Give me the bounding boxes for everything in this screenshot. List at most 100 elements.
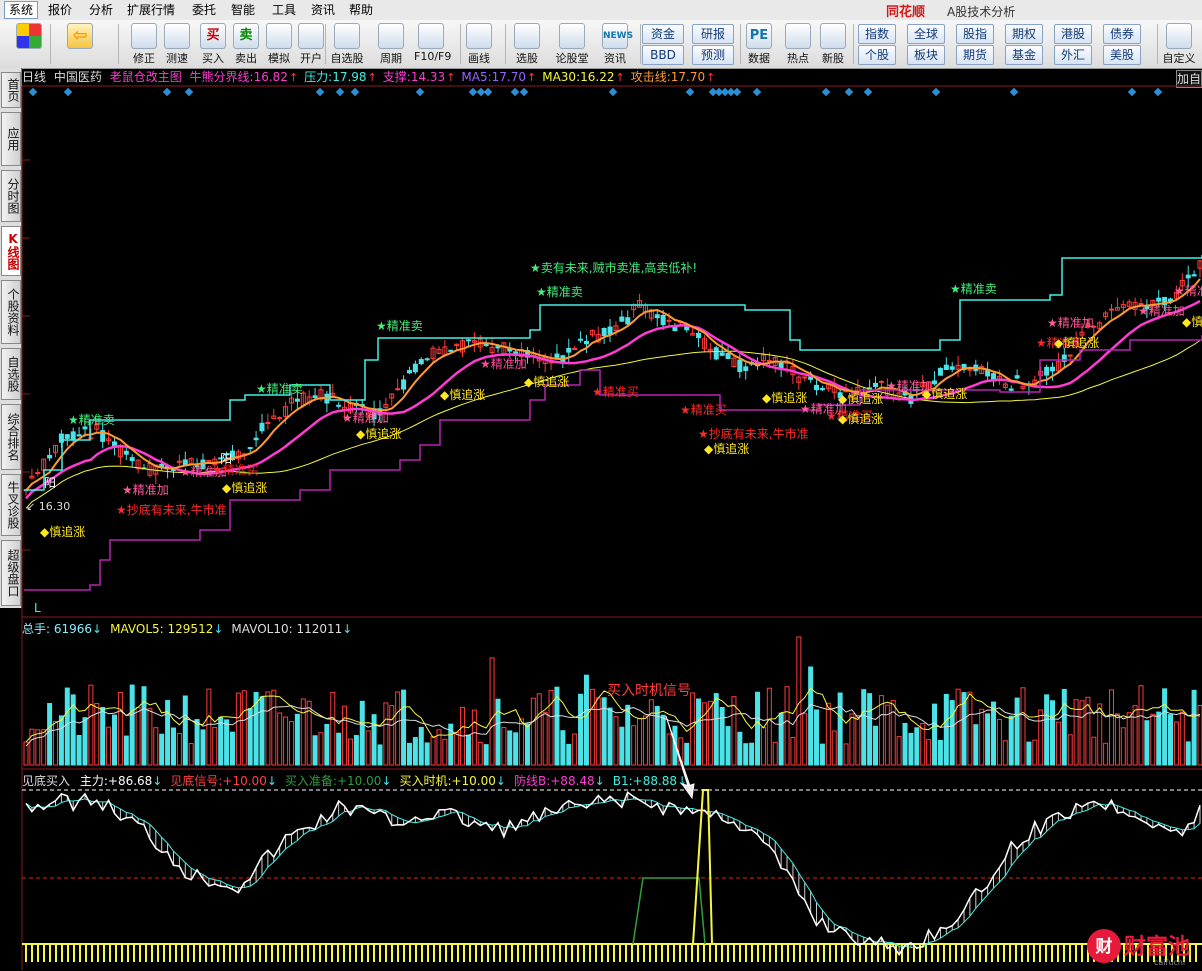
volume-bar — [176, 732, 182, 766]
toolbar-btn-18[interactable]: 自定义 — [1162, 23, 1196, 67]
candle-body — [967, 368, 973, 371]
toolbar-label: 新股 — [822, 52, 844, 65]
toolbar-btn-3[interactable]: 测速 — [160, 23, 194, 67]
ind-key: 主力: — [79, 774, 108, 788]
menu-item-5[interactable]: 智能 — [227, 2, 259, 18]
toolbar-btn-13[interactable]: 论股堂 — [555, 23, 589, 67]
volume-bar — [1120, 727, 1126, 766]
candle-body — [542, 356, 548, 365]
toolbar-btn-2[interactable]: 修正 — [127, 23, 161, 67]
market-btn-美股[interactable]: 美股 — [1103, 45, 1141, 65]
add-custom-button[interactable]: 加自 — [1176, 70, 1202, 88]
left-tab-6[interactable]: 综合排名 — [1, 404, 21, 470]
quick-btn-研报[interactable]: 研报 — [692, 24, 734, 44]
watermark-url: caifuchi — [1154, 958, 1185, 967]
candle-body — [1126, 301, 1132, 307]
quick-btn-资金[interactable]: 资金 — [642, 24, 684, 44]
candle-body — [365, 412, 371, 418]
menu-item-4[interactable]: 委托 — [188, 2, 220, 18]
candle-body — [1162, 296, 1168, 306]
left-tab-4[interactable]: 个股资料 — [1, 280, 21, 344]
toolbar-btn-4[interactable]: 买买入 — [196, 23, 230, 67]
market-btn-股指[interactable]: 股指 — [956, 24, 994, 44]
toolbar-btn-11[interactable]: 画线 — [462, 23, 496, 67]
toolbar-btn-1[interactable]: ⇦ — [60, 23, 100, 67]
menu-item-3[interactable]: 扩展行情 — [123, 2, 179, 18]
market-btn-港股[interactable]: 港股 — [1054, 24, 1092, 44]
left-tab-8[interactable]: 超级盘口 — [1, 540, 21, 606]
volume-bar — [501, 727, 507, 766]
market-btn-债券[interactable]: 债券 — [1103, 24, 1141, 44]
vol-value: 112011 — [296, 622, 343, 636]
buy-signal-callout: 买入时机信号 — [607, 683, 691, 699]
volume-bar — [755, 691, 761, 766]
left-tab-7[interactable]: 牛叉诊股 — [1, 474, 21, 536]
ind-label-2: 买入准备:+10.00↓ — [285, 774, 392, 788]
left-tab-0[interactable]: 首页 — [1, 72, 21, 108]
quick-btn-预测[interactable]: 预测 — [692, 45, 734, 65]
candle-body — [760, 354, 766, 362]
volume-bar — [259, 696, 265, 766]
menu-item-7[interactable]: 资讯 — [307, 2, 339, 18]
kline-info-bar: 日线 中国医药 老鼠仓改主图 牛熊分界线:16.82↑ 压力:17.98↑ 支撑:1… — [22, 70, 725, 84]
volume-bar — [583, 674, 589, 766]
toolbar-btn-5[interactable]: 卖卖出 — [229, 23, 263, 67]
toolbar-btn-12[interactable]: 选股 — [510, 23, 544, 67]
menu-item-1[interactable]: 报价 — [44, 2, 76, 18]
toolbar-label: 自选股 — [330, 52, 364, 65]
template-name[interactable]: 老鼠仓改主图 — [110, 70, 182, 84]
volume-bar — [318, 732, 324, 766]
candle-body — [47, 454, 53, 459]
left-tab-1[interactable]: 应用 — [1, 112, 21, 166]
left-tab-2[interactable]: 分时图 — [1, 170, 21, 222]
market-btn-期权[interactable]: 期权 — [1005, 24, 1043, 44]
vol-label: MAVOL5: — [110, 622, 168, 636]
vol-value: 129512 — [167, 622, 214, 636]
market-btn-个股[interactable]: 个股 — [858, 45, 896, 65]
menu-item-8[interactable]: 帮助 — [345, 2, 377, 18]
quick-btn-BBD[interactable]: BBD — [642, 45, 684, 65]
market-btn-基金[interactable]: 基金 — [1005, 45, 1043, 65]
toolbar-btn-17[interactable]: 新股 — [816, 23, 850, 67]
market-btn-外汇[interactable]: 外汇 — [1054, 45, 1092, 65]
menu-item-2[interactable]: 分析 — [85, 2, 117, 18]
left-tab-5[interactable]: 自选股 — [1, 348, 21, 400]
hot-icon — [785, 23, 811, 49]
left-tab-3[interactable]: K线图 — [1, 226, 21, 276]
toolbar-btn-9[interactable]: 周期 — [374, 23, 408, 67]
toolbar-btn-15[interactable]: PE 数据 — [742, 23, 776, 67]
stock-name[interactable]: 中国医药 — [54, 70, 102, 84]
down-arrow-icon: ↓ — [213, 622, 224, 636]
volume-bar — [873, 725, 879, 766]
market-btn-全球[interactable]: 全球 — [907, 24, 945, 44]
market-btn-板块[interactable]: 板块 — [907, 45, 945, 65]
volume-bar — [129, 684, 135, 766]
candle-body — [318, 389, 324, 400]
market-btn-期货[interactable]: 期货 — [956, 45, 994, 65]
indicator-value: 17.70 — [670, 70, 706, 84]
up-arrow-icon: ↑ — [446, 71, 456, 84]
main-force-line — [25, 791, 1201, 957]
market-btn-指数[interactable]: 指数 — [858, 24, 896, 44]
volume-bar — [159, 733, 165, 766]
candle-body — [1168, 298, 1174, 303]
candle-body — [477, 338, 483, 348]
candle-body — [1026, 383, 1032, 386]
volume-bar — [961, 692, 967, 766]
candle-body — [117, 444, 123, 458]
menu-item-6[interactable]: 工具 — [268, 2, 300, 18]
toolbar-btn-16[interactable]: 热点 — [781, 23, 815, 67]
toolbar-btn-7[interactable]: 开户 — [294, 23, 328, 67]
menu-item-0[interactable]: 系统 — [4, 1, 39, 19]
indicator-name[interactable]: 见底买入 — [22, 774, 70, 788]
toolbar-btn-6[interactable]: 模拟 — [262, 23, 296, 67]
candle-body — [200, 459, 206, 470]
toolbar-btn-8[interactable]: 自选股 — [330, 23, 364, 67]
candle-body — [991, 373, 997, 382]
toolbar-btn-10[interactable]: F10/F9 — [414, 23, 451, 67]
volume-bar — [324, 723, 330, 766]
kline-chart[interactable]: ★卖有未来,贼市卖准,高卖低补! ★精准卖 ★精准卖 ★精准卖 ★精准卖 ★精准卖 ★精准加… — [0, 0, 1202, 970]
candle-body — [513, 351, 519, 356]
toolbar-btn-14[interactable]: NEWS 资讯 — [598, 23, 633, 67]
toolbar-btn-0[interactable] — [12, 23, 46, 67]
